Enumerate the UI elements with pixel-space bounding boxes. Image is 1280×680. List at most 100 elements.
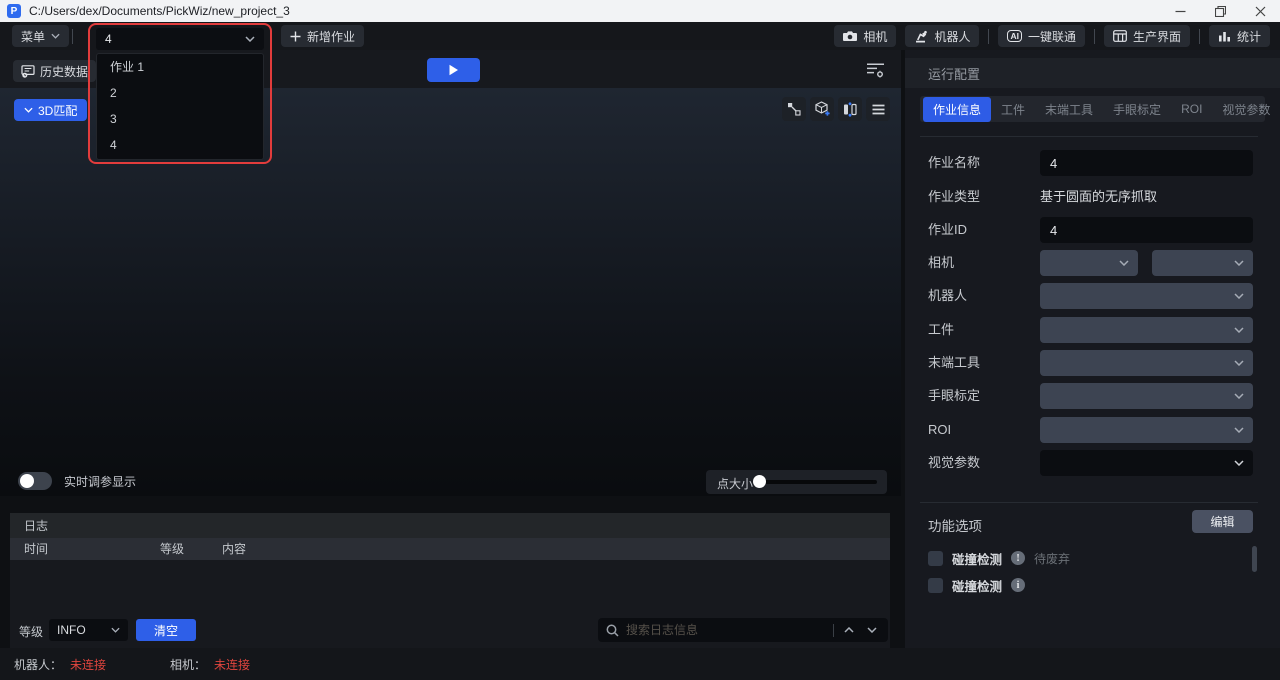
log-col-level: 等级	[160, 538, 184, 560]
point-size-control: 点大小	[706, 470, 887, 494]
production-ui-label: 生产界面	[1133, 28, 1181, 45]
add-model-tool-button[interactable]	[810, 97, 834, 121]
job-type-label: 作业类型	[928, 184, 980, 210]
camera-select-1[interactable]	[1040, 250, 1138, 276]
job-option-3[interactable]: 3	[97, 106, 263, 132]
one-key-connect-label: 一键联通	[1028, 28, 1076, 45]
function-options-title: 功能选项	[928, 515, 982, 535]
point-size-slider-track[interactable]	[759, 480, 877, 484]
search-next-button[interactable]	[864, 622, 880, 638]
realtime-toggle-row: 实时调参显示	[18, 472, 136, 490]
camera-status-value: 未连接	[214, 656, 250, 673]
vision-param-select-label: 视觉参数	[928, 450, 980, 476]
node-link-icon	[787, 102, 801, 116]
log-panel-title: 日志	[10, 513, 890, 538]
tab-job-info[interactable]: 作业信息	[923, 97, 991, 122]
robot-select[interactable]	[1040, 283, 1253, 309]
chevron-up-icon	[844, 627, 854, 633]
chevron-down-icon	[867, 627, 877, 633]
status-bar: 机器人： 未连接 相机： 未连接	[0, 648, 1280, 680]
job-name-input[interactable]	[1040, 150, 1253, 176]
history-data-button[interactable]: 历史数据	[13, 60, 96, 82]
log-clear-button[interactable]: 清空	[136, 619, 196, 641]
toolbar-divider	[1199, 29, 1200, 44]
match-3d-label: 3D匹配	[38, 102, 77, 119]
node-link-tool-button[interactable]	[782, 97, 806, 121]
tab-workpiece[interactable]: 工件	[991, 97, 1035, 122]
robot-button[interactable]: 机器人	[905, 25, 979, 47]
mirror-view-tool-button[interactable]	[838, 97, 862, 121]
divider	[920, 136, 1258, 137]
chevron-down-icon	[1234, 327, 1244, 333]
app-window: P C:/Users/dex/Documents/PickWiz/new_pro…	[0, 0, 1280, 680]
collision-check-row-1: 碰撞检测 ! 待废弃	[928, 550, 1070, 566]
play-icon	[448, 64, 459, 76]
run-config-title: 运行配置	[905, 58, 1280, 88]
tab-roi[interactable]: ROI	[1171, 98, 1212, 120]
chevron-down-icon	[1234, 360, 1244, 366]
robot-arm-icon	[914, 30, 928, 43]
minimize-button[interactable]	[1160, 0, 1200, 22]
collision-checkbox-1[interactable]	[928, 551, 943, 566]
cube-plus-icon	[814, 101, 831, 117]
toolbar-divider	[1094, 29, 1095, 44]
job-type-value: 基于圆面的无序抓取	[1040, 184, 1157, 210]
vision-param-select[interactable]	[1040, 450, 1253, 476]
job-option-1[interactable]: 作业 1	[97, 54, 263, 80]
point-size-slider-knob[interactable]	[753, 475, 766, 488]
close-button[interactable]	[1240, 0, 1280, 22]
log-search-input[interactable]	[626, 623, 826, 637]
statistics-button[interactable]: 统计	[1209, 25, 1270, 47]
one-key-connect-button[interactable]: AI 一键联通	[998, 25, 1085, 47]
search-prev-button[interactable]	[841, 622, 857, 638]
display-settings-button[interactable]	[863, 60, 887, 80]
log-controls: 等级 INFO 清空	[10, 618, 890, 642]
config-tab-bar: 作业信息 工件 末端工具 手眼标定 ROI 视觉参数	[920, 96, 1265, 122]
chevron-down-icon	[1234, 460, 1244, 466]
run-button[interactable]	[427, 58, 480, 82]
job-select-combobox[interactable]: 4	[96, 28, 264, 50]
restore-button[interactable]	[1200, 0, 1240, 22]
robot-label: 机器人	[934, 28, 970, 45]
camera-label: 相机	[863, 28, 887, 45]
job-name-label: 作业名称	[928, 150, 980, 176]
log-table-header: 时间 等级 内容	[10, 538, 890, 560]
chevron-down-icon	[1234, 260, 1244, 266]
log-col-content: 内容	[222, 538, 246, 560]
production-ui-button[interactable]: 生产界面	[1104, 25, 1190, 47]
menu-button[interactable]: 菜单	[12, 25, 69, 47]
camera-button[interactable]: 相机	[834, 25, 896, 47]
hand-eye-select[interactable]	[1040, 383, 1253, 409]
roi-select-label: ROI	[928, 417, 951, 443]
tab-end-tool[interactable]: 末端工具	[1035, 97, 1103, 122]
job-option-2[interactable]: 2	[97, 80, 263, 106]
collision-checkbox-2[interactable]	[928, 578, 943, 593]
match-3d-button[interactable]: 3D匹配	[14, 99, 87, 121]
edit-options-button[interactable]: 编辑	[1192, 510, 1253, 533]
robot-status-value: 未连接	[70, 656, 106, 673]
toolbar-divider	[988, 29, 989, 44]
add-job-button[interactable]: 新增作业	[281, 25, 364, 47]
workpiece-select-label: 工件	[928, 317, 954, 343]
history-data-label: 历史数据	[40, 63, 88, 80]
robot-status-label: 机器人：	[14, 656, 62, 673]
end-tool-select[interactable]	[1040, 350, 1253, 376]
log-level-select[interactable]: INFO	[49, 619, 128, 641]
tab-hand-eye[interactable]: 手眼标定	[1103, 97, 1171, 122]
statistics-label: 统计	[1237, 28, 1261, 45]
panel-scrollbar-thumb[interactable]	[1252, 546, 1257, 572]
viewport-menu-button[interactable]	[866, 97, 890, 121]
deprecated-note: 待废弃	[1034, 550, 1070, 567]
tab-vision-params[interactable]: 视觉参数	[1212, 97, 1280, 122]
realtime-toggle[interactable]	[18, 472, 52, 490]
roi-select[interactable]	[1040, 417, 1253, 443]
plus-icon	[290, 31, 301, 42]
camera-select-2[interactable]	[1152, 250, 1253, 276]
chevron-down-icon	[1119, 260, 1129, 266]
job-option-4[interactable]: 4	[97, 132, 263, 158]
info-icon[interactable]: i	[1011, 578, 1025, 592]
history-data-icon	[21, 65, 35, 78]
job-id-input[interactable]	[1040, 217, 1253, 243]
warning-info-icon[interactable]: !	[1011, 551, 1025, 565]
workpiece-select[interactable]	[1040, 317, 1253, 343]
